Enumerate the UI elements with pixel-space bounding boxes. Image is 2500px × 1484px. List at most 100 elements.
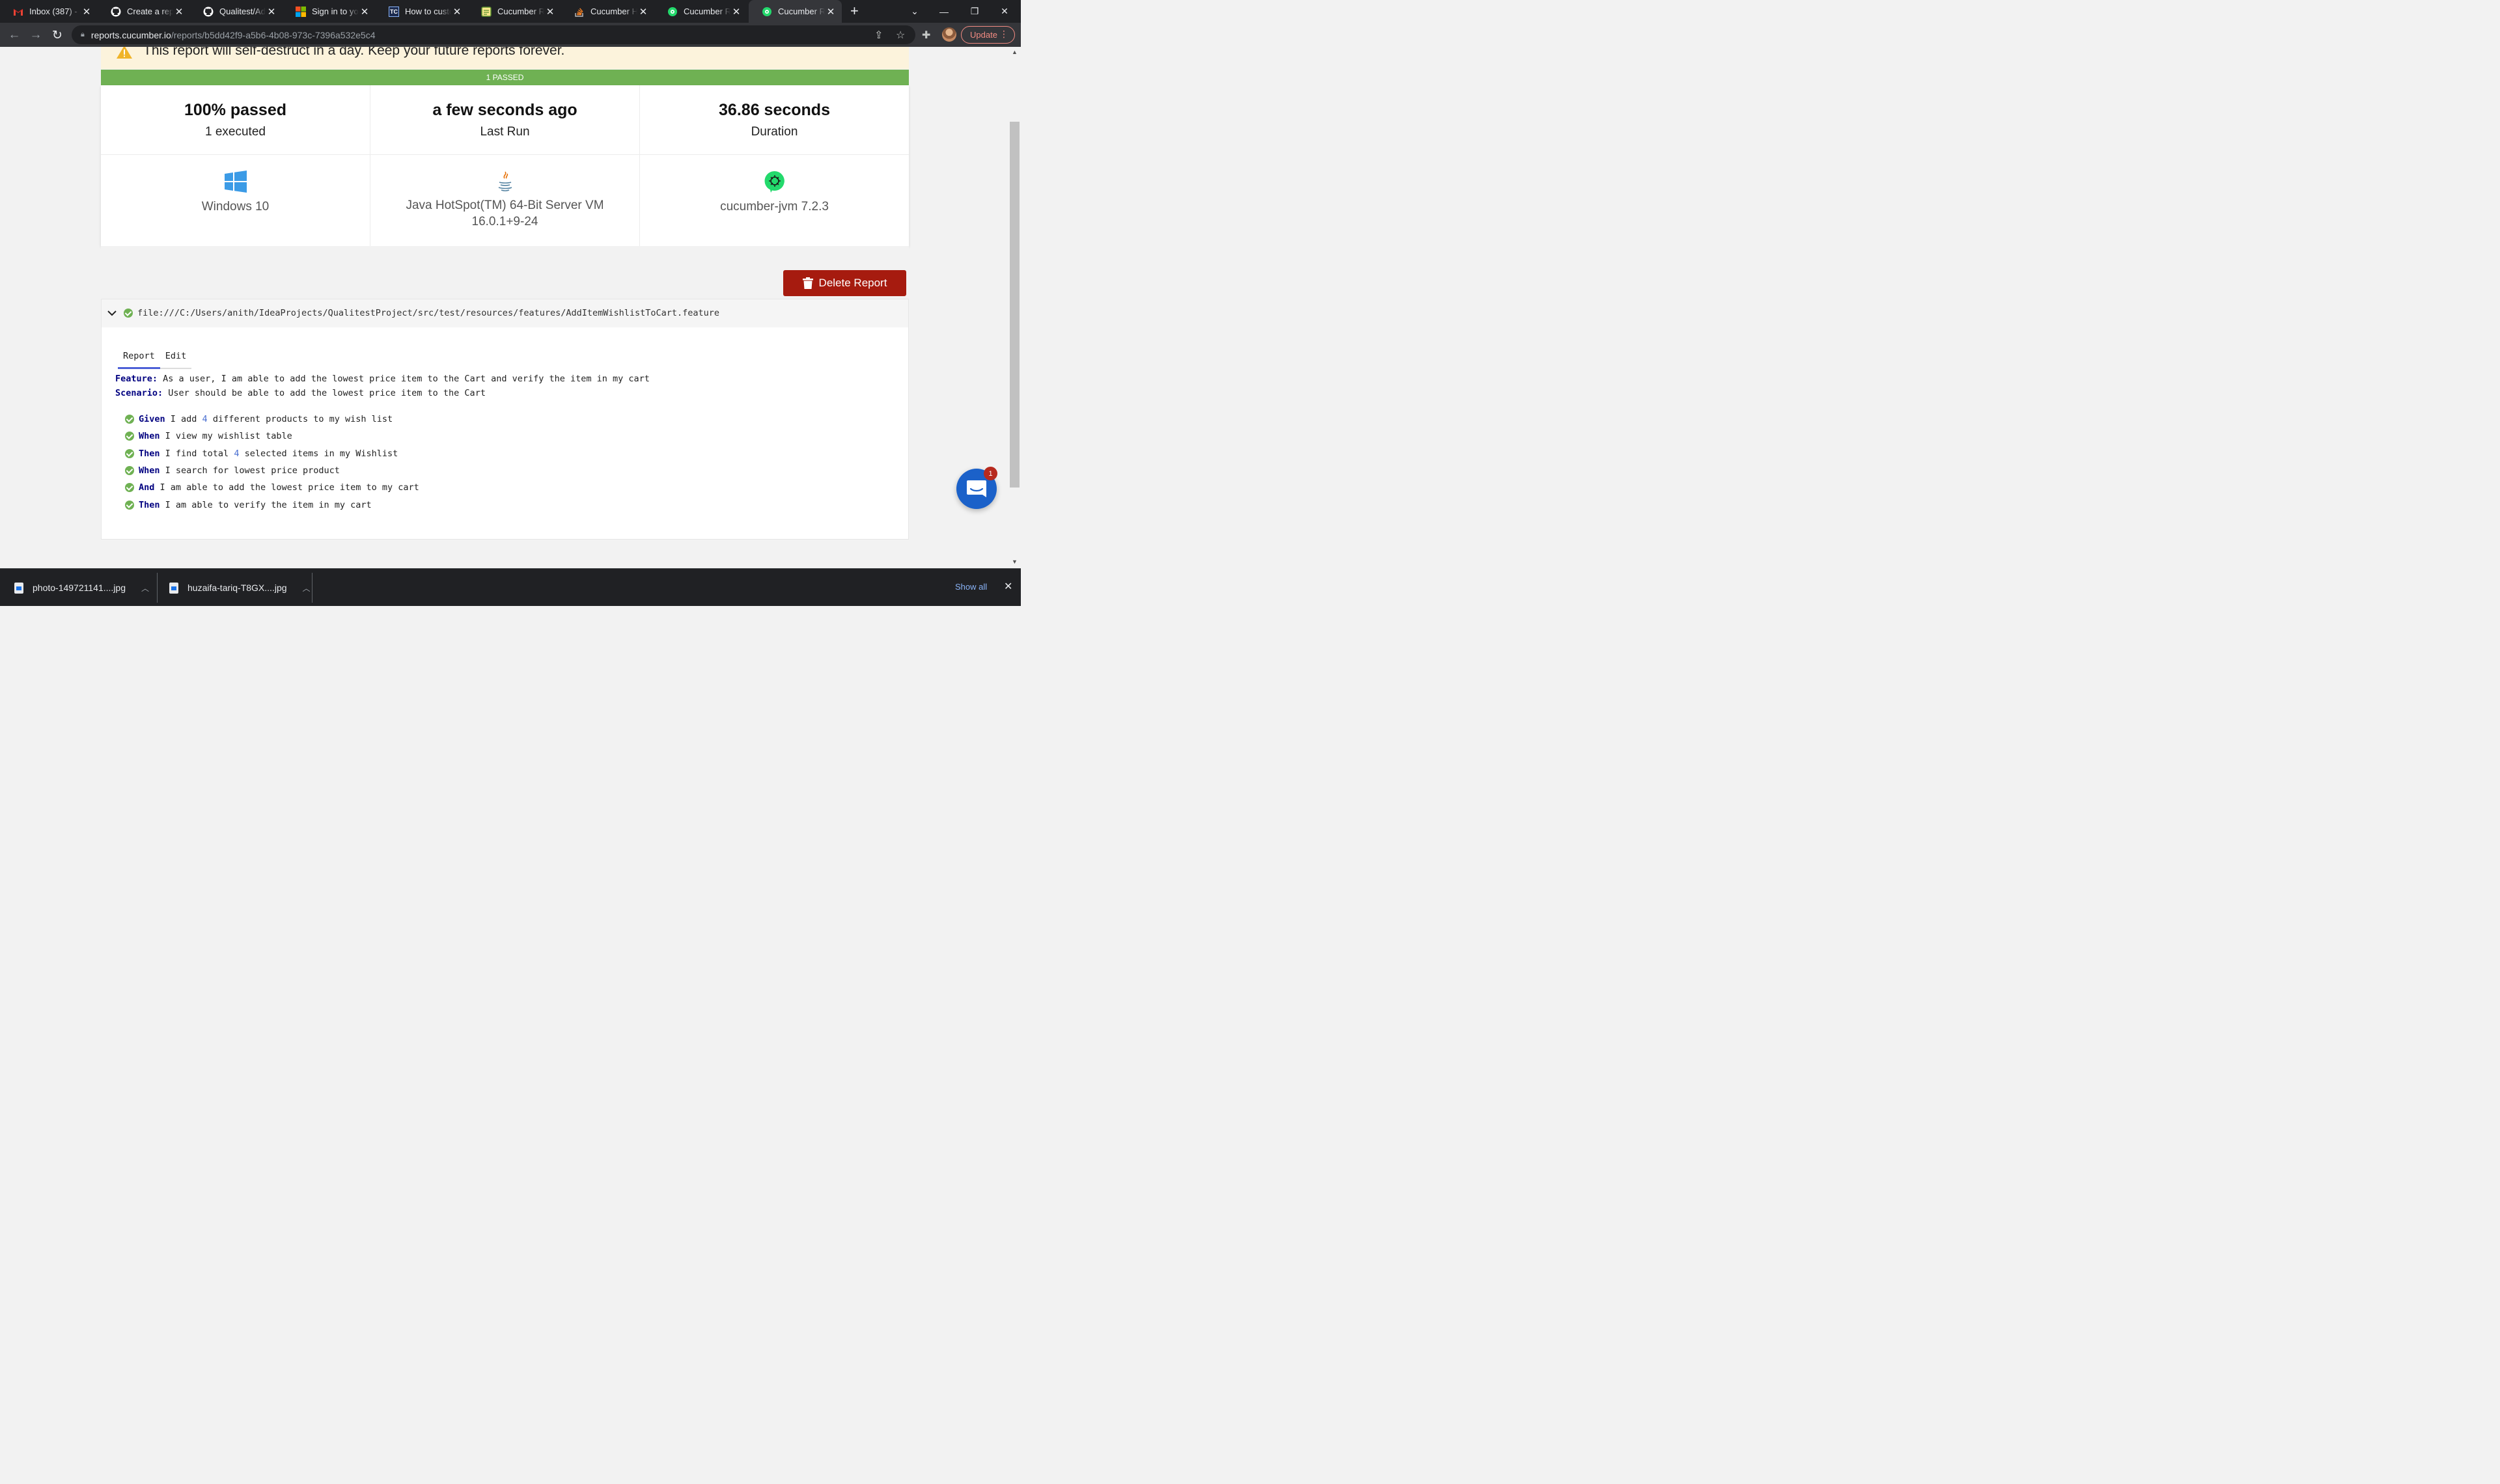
profile-avatar[interactable] xyxy=(942,27,956,42)
tab-search-chevron-icon[interactable]: ⌄ xyxy=(898,0,931,23)
forward-arrow-icon[interactable]: → xyxy=(27,27,44,44)
browser-tab-tc[interactable]: TC How to custom ✕ xyxy=(376,0,468,23)
java-version-line2: 16.0.1+9-24 xyxy=(471,215,538,228)
report-tabs: Report Edit xyxy=(118,347,192,369)
browser-tab-cucumber-active[interactable]: Cucumber Rep ✕ xyxy=(749,0,842,23)
step-keyword: Then xyxy=(139,500,160,510)
passed-check-icon xyxy=(125,415,134,424)
tc-icon: TC xyxy=(389,6,399,17)
close-tab-icon[interactable]: ✕ xyxy=(544,6,556,18)
step-row: When I search for lowest price product xyxy=(125,465,340,476)
update-button[interactable]: Update ⋮ xyxy=(961,26,1015,44)
close-tab-icon[interactable]: ✕ xyxy=(359,6,370,18)
share-icon[interactable]: ⇪ xyxy=(874,29,883,42)
scenario-keyword: Scenario: xyxy=(115,388,163,398)
new-tab-button[interactable]: + xyxy=(850,3,859,20)
step-text: I view my wishlist table xyxy=(160,431,292,441)
passed-check-icon xyxy=(125,483,134,492)
download-filename: photo-149721141....jpg xyxy=(33,583,126,593)
show-all-downloads-link[interactable]: Show all xyxy=(955,582,987,592)
tab-edit[interactable]: Edit xyxy=(160,347,192,369)
url-path: /reports/b5dd42f9-a5b6-4b08-973c-7396a53… xyxy=(171,29,376,40)
browser-tab-cucumber-html[interactable]: Cucumber HTM ✕ xyxy=(561,0,654,23)
passed-check-icon xyxy=(125,449,134,458)
executed-count: 1 executed xyxy=(205,125,266,139)
page-scrollbar[interactable]: ▲ ▼ xyxy=(1009,47,1021,568)
tab-report[interactable]: Report xyxy=(118,347,160,369)
close-tab-icon[interactable]: ✕ xyxy=(81,6,92,18)
delete-report-button[interactable]: Delete Report xyxy=(783,270,906,296)
step-parameter: 4 xyxy=(234,448,240,459)
cucumber-logo-icon xyxy=(764,171,785,193)
passed-check-icon xyxy=(125,466,134,475)
scrollbar-thumb[interactable] xyxy=(1010,122,1020,488)
cucumber-icon xyxy=(667,7,678,17)
lock-icon: 🔒︎ xyxy=(81,31,85,38)
cucumber-icon xyxy=(762,7,772,17)
step-row: Then I find total 4 selected items in my… xyxy=(125,448,398,459)
chat-launcher-button[interactable]: 1 xyxy=(956,467,997,509)
github-icon xyxy=(203,7,214,17)
chevron-up-icon[interactable]: ︿ xyxy=(141,583,149,594)
browser-tab-microsoft[interactable]: Sign in to your ✕ xyxy=(283,0,376,23)
browser-tab-github-create[interactable]: Create a repo ✕ xyxy=(98,0,190,23)
extensions-puzzle-icon[interactable]: ✚ xyxy=(922,29,930,42)
browser-tab-gmail[interactable]: Inbox (387) - a ✕ xyxy=(0,0,98,23)
minimize-button[interactable]: — xyxy=(928,0,960,23)
tab-title: Inbox (387) - a xyxy=(29,7,81,16)
back-arrow-icon[interactable]: ← xyxy=(6,27,23,44)
browser-tab-github-qualitest[interactable]: Qualitest/Add ✕ xyxy=(190,0,283,23)
step-keyword: Then xyxy=(139,448,160,459)
chevron-up-icon[interactable]: ︿ xyxy=(303,583,311,594)
close-tab-icon[interactable]: ✕ xyxy=(451,6,463,18)
close-shelf-icon[interactable]: ✕ xyxy=(1004,580,1012,593)
last-run-value: a few seconds ago xyxy=(432,101,577,119)
tab-title: Sign in to your xyxy=(312,7,359,16)
tab-title: Cucumber Rep xyxy=(497,7,544,16)
step-text: selected items in my Wishlist xyxy=(239,448,398,459)
java-icon xyxy=(498,171,512,191)
bookmark-star-icon[interactable]: ☆ xyxy=(896,29,905,42)
pass-rate-cell: 100% passed 1 executed xyxy=(101,85,370,155)
cucumber-cell: cucumber-jvm 7.2.3 xyxy=(640,155,909,246)
tab-title: Create a repo xyxy=(127,7,173,16)
duration-label: Duration xyxy=(751,125,798,139)
scenario-description: User should be able to add the lowest pr… xyxy=(163,388,486,398)
feature-keyword: Feature: xyxy=(115,374,158,384)
windows-icon xyxy=(224,171,247,193)
window-close-button[interactable]: ✕ xyxy=(988,0,1021,23)
restore-button[interactable]: ❐ xyxy=(958,0,991,23)
download-item[interactable]: huzaifa-tariq-T8GX....jpg ︿ xyxy=(169,569,311,607)
step-keyword: Given xyxy=(139,414,165,424)
chat-unread-badge: 1 xyxy=(984,467,997,480)
step-row: And I am able to add the lowest price it… xyxy=(125,482,419,493)
close-tab-icon[interactable]: ✕ xyxy=(173,6,185,18)
gmail-icon xyxy=(13,7,23,17)
report-page: This report will self-destruct in a day.… xyxy=(0,47,1009,568)
warning-text: This report will self-destruct in a day.… xyxy=(143,47,565,58)
more-menu-icon[interactable]: ⋮ xyxy=(999,29,1008,40)
last-run-cell: a few seconds ago Last Run xyxy=(370,85,640,155)
github-icon xyxy=(111,7,121,17)
download-item[interactable]: photo-149721141....jpg ︿ xyxy=(14,569,149,607)
close-tab-icon[interactable]: ✕ xyxy=(637,6,649,18)
summary-panel: 100% passed 1 executed a few seconds ago… xyxy=(101,85,909,246)
browser-tab-cucumber-2[interactable]: Cucumber Rep ✕ xyxy=(654,0,747,23)
browser-tab-cucumber-1[interactable]: Cucumber Rep ✕ xyxy=(468,0,561,23)
tab-title: Cucumber HTM xyxy=(590,7,637,16)
scroll-up-arrow-icon[interactable]: ▲ xyxy=(1012,49,1018,55)
scroll-down-arrow-icon[interactable]: ▼ xyxy=(1012,558,1018,565)
address-bar[interactable]: 🔒︎ reports.cucumber.io/reports/b5dd42f9-… xyxy=(72,25,915,44)
chevron-down-icon[interactable] xyxy=(107,310,117,316)
step-text: different products to my wish list xyxy=(207,414,393,424)
os-cell: Windows 10 xyxy=(101,155,370,246)
feature-line: Feature: As a user, I am able to add the… xyxy=(115,374,650,384)
close-tab-icon[interactable]: ✕ xyxy=(825,6,837,18)
tab-title: Cucumber Rep xyxy=(684,7,730,16)
reload-icon[interactable]: ↻ xyxy=(49,27,66,44)
close-tab-icon[interactable]: ✕ xyxy=(730,6,742,18)
close-tab-icon[interactable]: ✕ xyxy=(266,6,277,18)
image-file-icon xyxy=(14,582,23,594)
last-run-label: Last Run xyxy=(480,125,530,139)
feature-header[interactable]: file:///C:/Users/anith/IdeaProjects/Qual… xyxy=(102,299,908,327)
